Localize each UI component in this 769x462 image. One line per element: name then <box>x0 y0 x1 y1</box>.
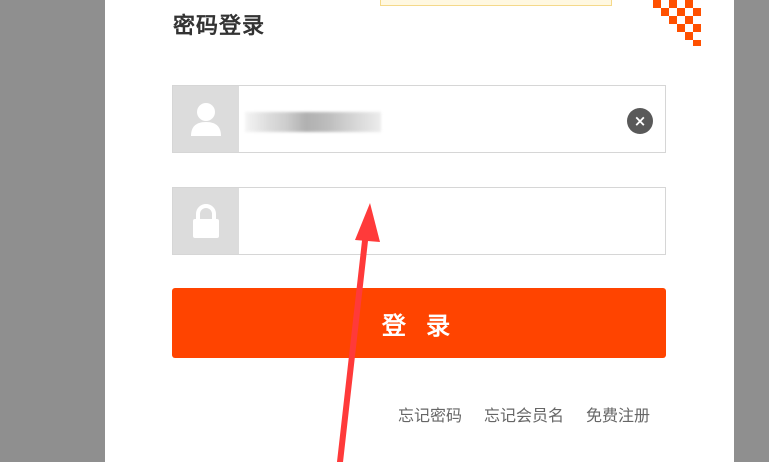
password-input[interactable] <box>239 188 665 254</box>
lock-icon-box <box>173 188 239 254</box>
login-button[interactable]: 登 录 <box>172 288 666 358</box>
username-field[interactable]: × <box>172 85 666 153</box>
user-icon-box <box>173 86 239 152</box>
user-icon <box>191 103 221 136</box>
help-links: 忘记密码 忘记会员名 免费注册 <box>398 402 650 426</box>
notice-bar <box>380 0 612 6</box>
password-field[interactable] <box>172 187 666 255</box>
register-link[interactable]: 免费注册 <box>586 402 650 426</box>
qr-code-icon[interactable] <box>653 0 703 46</box>
page-title: 密码登录 <box>173 14 266 39</box>
close-icon[interactable]: × <box>627 108 653 134</box>
lock-icon <box>193 204 219 238</box>
forgot-password-link[interactable]: 忘记密码 <box>398 402 462 426</box>
forgot-username-link[interactable]: 忘记会员名 <box>484 402 564 426</box>
redacted-username <box>245 112 381 132</box>
login-panel: 密码登录 × 登 录 忘记密码 忘记会员名 免费注册 <box>105 0 734 462</box>
screen: 密码登录 × 登 录 忘记密码 忘记会员名 免费注册 <box>0 0 769 462</box>
